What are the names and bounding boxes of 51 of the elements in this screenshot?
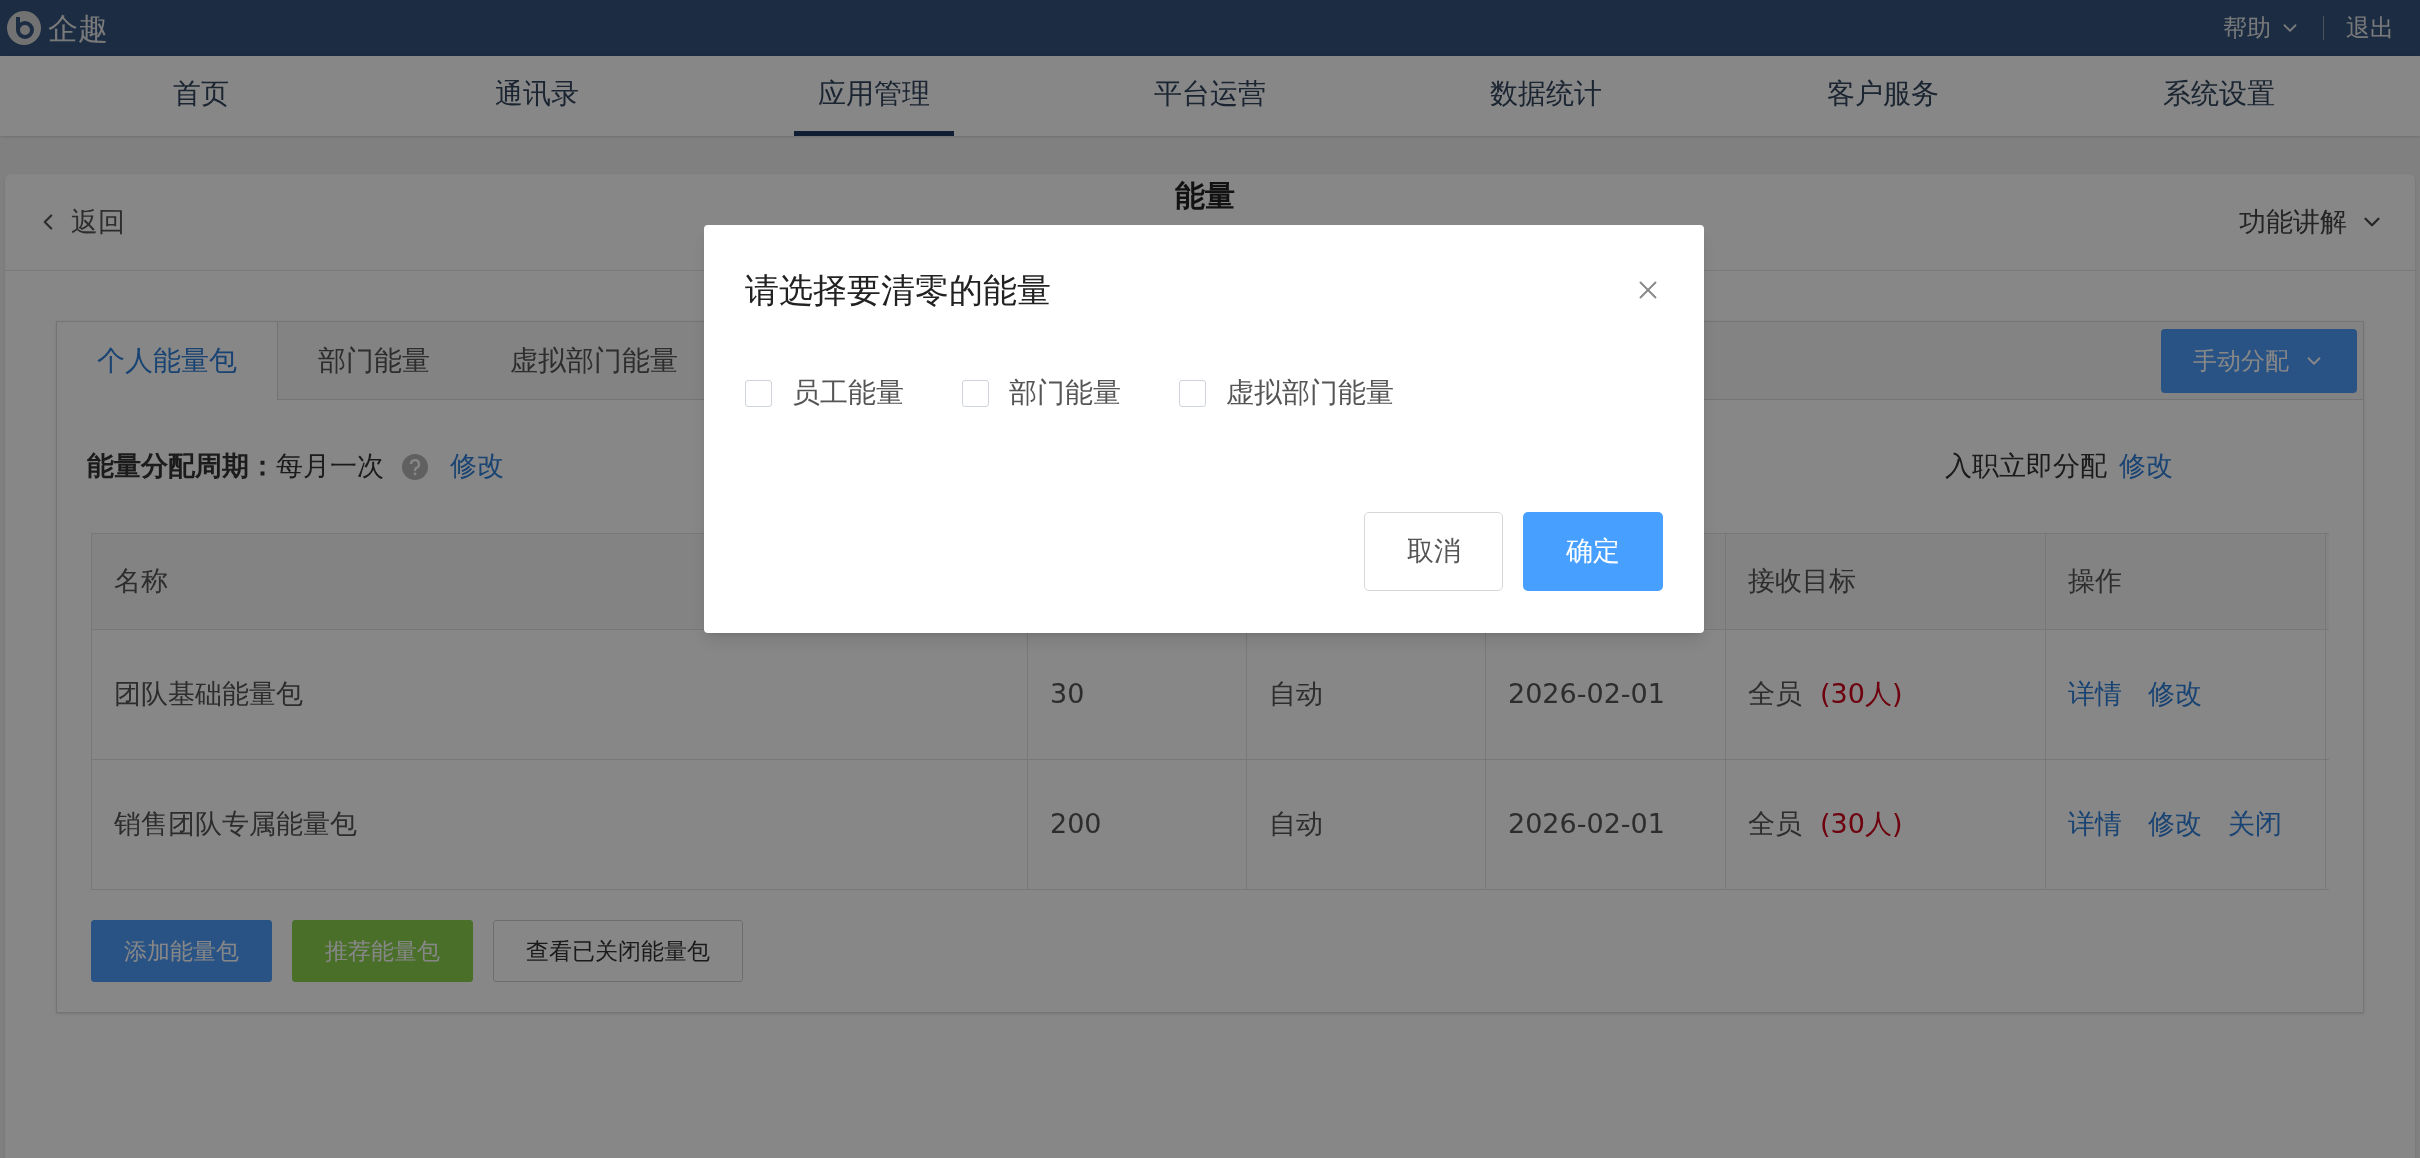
period-value: 每月一次: [276, 449, 384, 484]
confirm-button[interactable]: 确定: [1523, 512, 1663, 591]
table-cell: 自动: [1247, 760, 1486, 889]
nav-tab[interactable]: 首页: [149, 56, 254, 136]
table-cell: 200: [1028, 760, 1247, 889]
action-link[interactable]: 修改: [2148, 674, 2202, 715]
column-header: 接收目标: [1726, 534, 2046, 629]
help-menu[interactable]: 帮助: [2223, 10, 2301, 46]
page-title: 能量: [1175, 178, 1235, 214]
checkbox-label: 员工能量: [792, 375, 904, 411]
nav-tab[interactable]: 客户服务: [1802, 56, 1963, 136]
logout-link[interactable]: 退出: [2346, 10, 2394, 46]
tab[interactable]: 虚拟部门能量: [470, 322, 718, 399]
edit-link[interactable]: 修改: [450, 446, 504, 487]
manual-distribute-button[interactable]: 手动分配: [2161, 328, 2357, 393]
back-link[interactable]: 返回: [35, 201, 125, 243]
footer-button[interactable]: 添加能量包: [91, 920, 272, 982]
nav-tab[interactable]: 平台运营: [1130, 56, 1290, 136]
tab[interactable]: 部门能量: [278, 322, 470, 399]
table-cell: 2026-02-01: [1486, 760, 1726, 889]
checkbox[interactable]: [745, 379, 772, 407]
action-link[interactable]: 详情: [2068, 804, 2122, 845]
checkbox-label: 虚拟部门能量: [1226, 375, 1394, 411]
action-link[interactable]: 关闭: [2228, 804, 2282, 845]
action-link[interactable]: 修改: [2148, 804, 2202, 845]
checkbox[interactable]: [1179, 379, 1206, 407]
nav-tab[interactable]: 系统设置: [2138, 56, 2299, 136]
dialog-title: 请选择要清零的能量: [745, 268, 1051, 312]
member-count: (30人): [1820, 677, 1903, 712]
target-text: 全员: [1748, 677, 1802, 712]
footer-button[interactable]: 查看已关闭能量包: [493, 920, 743, 982]
nav-tab[interactable]: 数据统计: [1466, 56, 1627, 136]
help-icon: [402, 453, 428, 480]
column-header: 操作: [2046, 534, 2326, 629]
logo-icon: [6, 10, 42, 46]
period-label: 能量分配周期：: [87, 449, 276, 484]
target-text: 全员: [1748, 807, 1802, 842]
table-cell: 销售团队专属能量包: [92, 760, 1028, 889]
brand-name: 企趣: [48, 9, 108, 48]
onboarding-value: 入职立即分配: [1945, 449, 2107, 484]
nav-tab[interactable]: 应用管理: [793, 56, 954, 136]
tab[interactable]: 个人能量包: [57, 322, 278, 400]
footer-button[interactable]: 推荐能量包: [292, 920, 473, 982]
feature-guide-menu[interactable]: 功能讲解: [2239, 201, 2385, 243]
action-link[interactable]: 详情: [2068, 674, 2122, 715]
checkbox-label: 部门能量: [1009, 375, 1121, 411]
checkbox[interactable]: [962, 379, 989, 407]
edit-link[interactable]: 修改: [2119, 446, 2173, 487]
member-count: (30人): [1820, 807, 1903, 842]
nav-tab[interactable]: 通讯录: [471, 56, 604, 136]
cancel-button[interactable]: 取消: [1364, 512, 1503, 591]
